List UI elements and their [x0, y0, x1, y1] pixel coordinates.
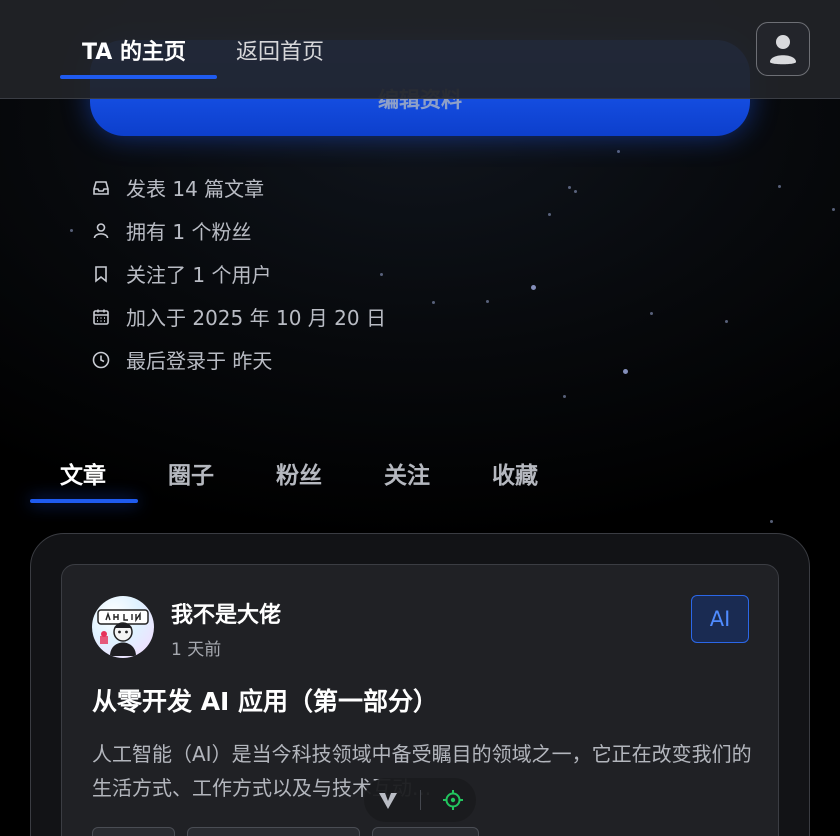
post-time: 1 天前	[171, 640, 222, 660]
user-icon	[90, 220, 112, 242]
tab-active-indicator	[30, 499, 138, 503]
calendar-icon	[90, 306, 112, 328]
nav-active-indicator	[60, 75, 217, 79]
nav-profile-tab[interactable]: TA 的主页	[82, 34, 186, 66]
star-decoration	[778, 185, 781, 188]
star-decoration	[568, 186, 571, 189]
stat-posts: 发表 14 篇文章	[90, 166, 386, 209]
tag-chip[interactable]	[187, 827, 360, 836]
star-decoration	[617, 150, 620, 153]
stat-following: 关注了 1 个用户	[90, 252, 386, 295]
locate-button[interactable]	[438, 785, 468, 815]
category-tag[interactable]: AI	[691, 595, 749, 643]
floating-toolbar	[364, 778, 476, 822]
tab-favorites[interactable]: 收藏	[492, 456, 538, 490]
article-tags	[92, 827, 479, 836]
star-decoration	[531, 285, 536, 290]
tag-chip[interactable]	[92, 827, 175, 836]
star-decoration	[563, 395, 566, 398]
top-navigation-bar: TA 的主页 返回首页	[0, 0, 840, 99]
star-decoration	[623, 369, 628, 374]
content-tabs: 文章 圈子 粉丝 关注 收藏	[30, 454, 810, 504]
author-avatar[interactable]	[92, 596, 154, 658]
stat-joined-text: 加入于 2025 年 10 月 20 日	[126, 306, 386, 330]
author-name[interactable]: 我不是大佬	[171, 597, 281, 629]
profile-page: 编辑资料 TA 的主页 返回首页 发表 14 篇文章 拥有 1 个粉丝 关注了 …	[0, 0, 840, 836]
stat-joined: 加入于 2025 年 10 月 20 日	[90, 295, 386, 338]
tab-followers[interactable]: 粉丝	[276, 456, 322, 490]
user-menu-button[interactable]	[756, 22, 810, 76]
stat-following-text: 关注了 1 个用户	[126, 263, 272, 287]
nav-back-home-link[interactable]: 返回首页	[236, 34, 324, 66]
tab-circles[interactable]: 圈子	[168, 456, 214, 490]
star-decoration	[832, 208, 835, 211]
toolbar-divider	[419, 790, 421, 810]
star-decoration	[650, 312, 653, 315]
star-decoration	[432, 301, 435, 304]
avatar-illustration	[97, 609, 149, 656]
crosshair-icon	[442, 790, 463, 810]
article-title[interactable]: 从零开发 AI 应用（第一部分）	[92, 682, 438, 718]
clock-icon	[90, 349, 112, 371]
star-decoration	[770, 520, 773, 523]
star-decoration	[486, 300, 489, 303]
tag-chip[interactable]	[372, 827, 479, 836]
bookmark-icon	[90, 263, 112, 285]
profile-stats: 发表 14 篇文章 拥有 1 个粉丝 关注了 1 个用户 加入于 2025 年 …	[90, 166, 386, 381]
stat-followers: 拥有 1 个粉丝	[90, 209, 386, 252]
stat-posts-text: 发表 14 篇文章	[126, 177, 265, 201]
star-decoration	[574, 190, 577, 193]
stat-last-login: 最后登录于 昨天	[90, 338, 386, 381]
stat-last-login-text: 最后登录于 昨天	[126, 349, 273, 373]
star-decoration	[548, 213, 551, 216]
scroll-down-button[interactable]	[373, 785, 403, 815]
user-icon	[770, 35, 796, 65]
inbox-icon	[90, 177, 112, 199]
star-decoration	[70, 229, 73, 232]
chevron-down-icon	[378, 793, 397, 809]
tab-articles[interactable]: 文章	[60, 456, 106, 490]
tab-following[interactable]: 关注	[384, 456, 430, 490]
star-decoration	[725, 320, 728, 323]
stat-followers-text: 拥有 1 个粉丝	[126, 220, 252, 244]
